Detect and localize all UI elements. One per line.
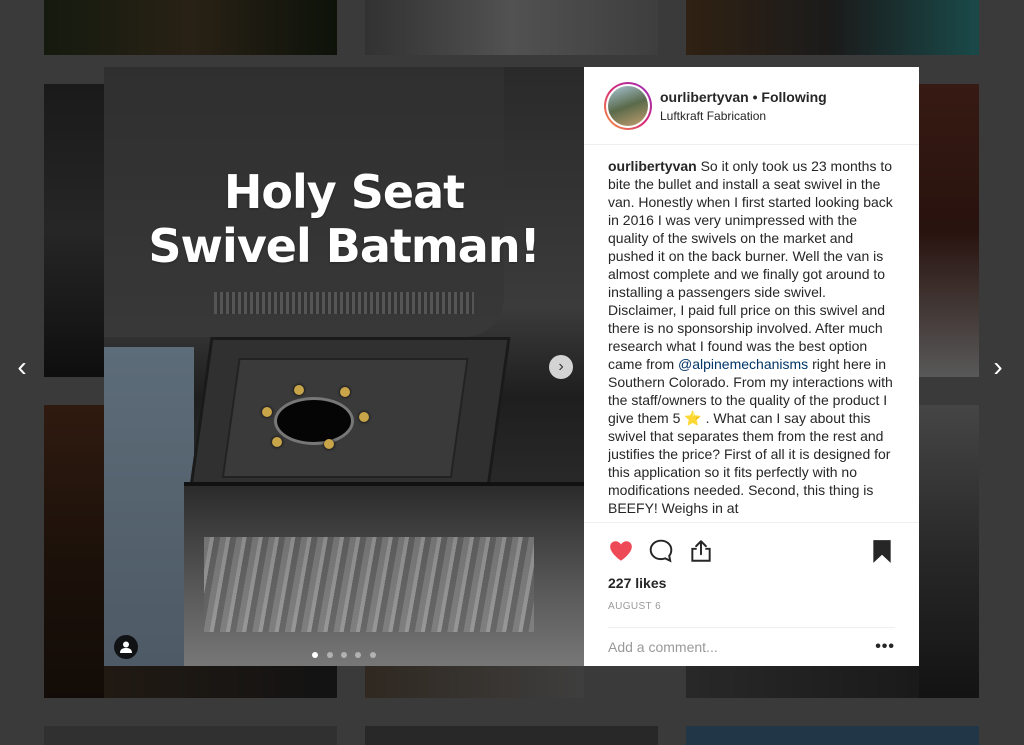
photo-bolt (272, 437, 282, 447)
photo-bolt (359, 412, 369, 422)
grid-thumbnail[interactable] (686, 726, 979, 745)
following-button[interactable]: Following (761, 89, 826, 105)
share-icon (691, 540, 711, 562)
previous-post-button[interactable]: ‹ (8, 352, 36, 382)
avatar-frame (606, 83, 650, 128)
carousel-dot (369, 652, 376, 658)
like-button[interactable] (608, 538, 634, 564)
grid-thumbnail[interactable] (44, 726, 337, 745)
post-modal: Holy Seat Swivel Batman! › ourlibertyvan… (104, 67, 919, 666)
bookmark-icon (873, 540, 891, 563)
mention-link[interactable]: @alpinemechanisms (678, 356, 808, 372)
photo-bolt (294, 385, 304, 395)
share-button[interactable] (688, 538, 714, 564)
carousel-dot (326, 652, 333, 658)
header-text: ourlibertyvan • Following Luftkraft Fabr… (660, 89, 827, 123)
post-date[interactable]: AUGUST 6 (608, 601, 895, 612)
carousel-dot (341, 652, 347, 658)
comment-input[interactable] (608, 639, 876, 655)
story-ring[interactable] (604, 81, 652, 130)
carousel-dot (355, 652, 362, 658)
grid-thumbnail[interactable] (44, 84, 104, 377)
more-options-button[interactable]: ••• (875, 638, 895, 656)
avatar[interactable] (608, 85, 648, 126)
photo-bolt (324, 439, 334, 449)
carousel-indicator (104, 645, 584, 663)
carousel-next-button[interactable]: › (549, 355, 573, 379)
action-icons (608, 535, 895, 567)
username-line: ourlibertyvan • Following (660, 89, 827, 105)
post-sidebar: ourlibertyvan • Following Luftkraft Fabr… (584, 67, 919, 666)
next-post-button[interactable]: › (984, 352, 1012, 382)
comment-box: ••• (608, 627, 895, 666)
likes-count[interactable]: 227 likes (608, 575, 895, 591)
save-button[interactable] (869, 538, 895, 564)
location-link[interactable]: Luftkraft Fabrication (660, 109, 827, 123)
grid-thumbnail[interactable] (44, 405, 104, 698)
overlay-title-line: Swivel Batman! (148, 219, 540, 273)
carousel-dot (312, 652, 319, 658)
heart-icon (610, 541, 632, 561)
photo-bolt (262, 407, 272, 417)
grid-thumbnail[interactable] (919, 84, 979, 377)
caption: ourlibertyvan So it only took us 23 mont… (608, 157, 898, 522)
action-bar: 227 likes AUGUST 6 (584, 522, 919, 612)
image-overlay-title: Holy Seat Swivel Batman! (104, 165, 584, 273)
photo-drawer-window (204, 537, 534, 632)
separator-dot: • (752, 88, 758, 105)
photo-floor (104, 347, 194, 666)
grid-thumbnail[interactable] (44, 0, 337, 55)
caption-text: right here in Southern Colorado. From my… (608, 356, 893, 516)
overlay-title-line: Holy Seat (223, 165, 465, 219)
grid-thumbnail[interactable] (686, 0, 979, 55)
grid-thumbnail[interactable] (686, 666, 919, 698)
caption-username[interactable]: ourlibertyvan (608, 158, 697, 174)
photo-vent (214, 292, 474, 314)
grid-thumbnail[interactable] (365, 666, 584, 698)
grid-thumbnail[interactable] (365, 0, 658, 55)
grid-thumbnail[interactable] (104, 666, 337, 698)
photo-center-hole (274, 397, 354, 445)
caption-text: So it only took us 23 months to bite the… (608, 158, 893, 372)
post-header: ourlibertyvan • Following Luftkraft Fabr… (584, 67, 919, 145)
post-media[interactable]: Holy Seat Swivel Batman! › (104, 67, 584, 666)
grid-thumbnail[interactable] (365, 726, 658, 745)
comment-icon (649, 539, 673, 563)
comment-button[interactable] (648, 538, 674, 564)
grid-thumbnail[interactable] (919, 405, 979, 698)
photo-bolt (340, 387, 350, 397)
username-link[interactable]: ourlibertyvan (660, 89, 749, 105)
